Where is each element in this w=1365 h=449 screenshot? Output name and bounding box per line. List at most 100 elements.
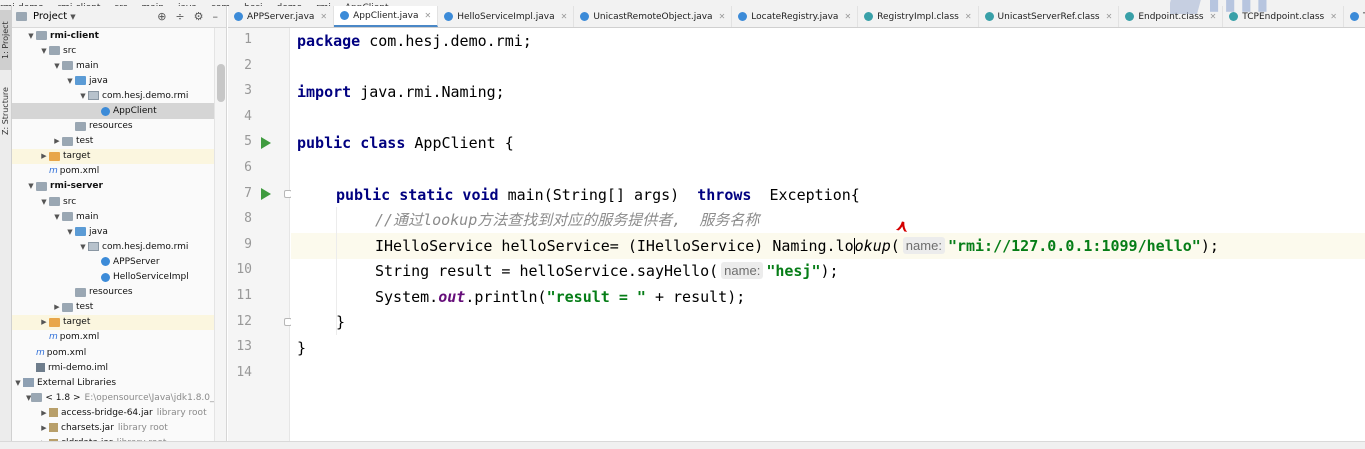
- chevron-right-icon[interactable]: ▶: [39, 424, 49, 432]
- editor-tab[interactable]: APPServer.java ✕: [228, 6, 335, 27]
- tree-item[interactable]: m pom.xml: [12, 164, 215, 179]
- tree-item-label: rmi-server: [50, 181, 103, 192]
- tree-item-label: resources: [89, 287, 133, 298]
- tree-item[interactable]: ▼ java: [12, 73, 215, 88]
- editor-tab[interactable]: LocateRegistry.java ✕: [732, 6, 859, 27]
- code-line-10: String result = helloService.sayHello(na…: [375, 261, 839, 280]
- maven-icon: m: [49, 166, 58, 177]
- folder-icon: [36, 31, 47, 41]
- tree-item[interactable]: m pom.xml: [12, 345, 215, 360]
- chevron-down-icon[interactable]: ▼: [78, 243, 88, 251]
- file-type-icon: [234, 12, 243, 21]
- tree-item[interactable]: ▶ charsets.jar library root: [12, 420, 215, 435]
- tree-item-label: APPServer: [113, 256, 160, 267]
- editor-tab-label: RegistryImpl.class: [877, 11, 959, 22]
- chevron-right-icon[interactable]: ▶: [39, 409, 49, 417]
- close-icon[interactable]: ✕: [844, 12, 851, 21]
- tree-item[interactable]: ▶ test: [12, 134, 215, 149]
- tree-item[interactable]: resources: [12, 285, 215, 300]
- scrollbar-thumb[interactable]: [217, 64, 225, 102]
- tree-item[interactable]: APPServer: [12, 254, 215, 269]
- chevron-down-icon[interactable]: ▼: [26, 182, 36, 190]
- tree-item[interactable]: ▼ src: [12, 43, 215, 58]
- tree-item[interactable]: ▶ target: [12, 148, 215, 164]
- tree-item[interactable]: rmi-demo.iml: [12, 360, 215, 375]
- chevron-down-icon[interactable]: ▼: [65, 77, 75, 85]
- tree-item[interactable]: HelloServiceImpl: [12, 270, 215, 285]
- editor-tab[interactable]: UnicastRemoteObject.java ✕: [574, 6, 733, 27]
- collapse-icon[interactable]: ÷: [175, 10, 184, 23]
- run-class-icon[interactable]: [261, 137, 271, 149]
- tree-item[interactable]: AppClient: [12, 103, 215, 119]
- close-icon[interactable]: ✕: [965, 12, 972, 21]
- tree-item[interactable]: ▼ java: [12, 224, 215, 239]
- line-number: 14: [236, 364, 252, 380]
- file-type-icon: [340, 11, 350, 20]
- project-view-selector[interactable]: Project ▼: [16, 11, 76, 22]
- tree-item-label: test: [76, 136, 94, 147]
- tree-item[interactable]: ▶ target: [12, 314, 215, 330]
- tree-item[interactable]: ▼ rmi-client: [12, 28, 215, 43]
- close-icon[interactable]: ✕: [561, 12, 568, 21]
- tree-item[interactable]: ▼ src: [12, 194, 215, 209]
- close-icon[interactable]: ✕: [719, 12, 726, 21]
- tree-item-label: charsets.jar: [61, 422, 114, 433]
- excluded-folder-icon: [49, 317, 60, 327]
- package-icon: [88, 91, 99, 101]
- minimize-icon[interactable]: –: [213, 10, 219, 23]
- chevron-down-icon[interactable]: ▼: [78, 92, 88, 100]
- jar-icon: [49, 408, 58, 418]
- run-main-icon[interactable]: [261, 188, 271, 200]
- editor-tab[interactable]: HelloServiceImpl.java ✕: [438, 6, 575, 27]
- chevron-right-icon[interactable]: ▶: [39, 152, 49, 160]
- tree-item[interactable]: ▼ com.hesj.demo.rmi: [12, 239, 215, 254]
- tree-item[interactable]: ▼ com.hesj.demo.rmi: [12, 88, 215, 103]
- chevron-down-icon[interactable]: ▼: [39, 47, 49, 55]
- tree-item[interactable]: ▼ main: [12, 209, 215, 224]
- tree-item[interactable]: m pom.xml: [12, 330, 215, 345]
- close-icon[interactable]: ✕: [424, 11, 431, 20]
- tree-item-label: target: [63, 151, 91, 162]
- editor-tab-label: AppClient.java: [353, 10, 419, 21]
- chevron-right-icon[interactable]: ▶: [52, 137, 62, 145]
- tree-item[interactable]: ▶ test: [12, 300, 215, 315]
- tree-item[interactable]: resources: [12, 119, 215, 134]
- tree-item[interactable]: ▼ External Libraries: [12, 375, 215, 390]
- chevron-down-icon[interactable]: ▼: [52, 213, 62, 221]
- chevron-right-icon[interactable]: ▶: [39, 318, 49, 326]
- tree-item[interactable]: ▼ main: [12, 58, 215, 73]
- code-editor[interactable]: package com.hesj.demo.rmi; import java.r…: [291, 28, 1365, 441]
- project-scrollbar[interactable]: [214, 28, 226, 449]
- tree-item-label: resources: [89, 121, 133, 132]
- chevron-right-icon[interactable]: ▶: [52, 303, 62, 311]
- file-type-icon: [984, 12, 994, 21]
- editor-tab[interactable]: RegistryImpl.class ✕: [858, 6, 979, 27]
- chevron-down-icon: ▼: [70, 12, 76, 21]
- tree-item[interactable]: ▶ access-bridge-64.jar library root: [12, 405, 215, 420]
- target-icon[interactable]: ⊕: [157, 10, 166, 23]
- status-bar: [0, 441, 1365, 449]
- chevron-down-icon[interactable]: ▼: [26, 32, 36, 40]
- source-folder-icon: [75, 76, 86, 86]
- structure-tool-tab[interactable]: Z: Structure: [0, 80, 12, 142]
- tree-item[interactable]: ▼ rmi-server: [12, 179, 215, 194]
- close-icon[interactable]: ✕: [1106, 12, 1113, 21]
- chevron-down-icon[interactable]: ▼: [13, 379, 23, 387]
- editor-tab[interactable]: AppClient.java ✕: [334, 6, 439, 27]
- code-line-5: public class AppClient {: [297, 133, 514, 152]
- folder-icon: [49, 46, 60, 56]
- line-number: 9: [244, 236, 252, 252]
- code-line-13: }: [297, 338, 307, 357]
- gear-icon[interactable]: ⚙: [194, 10, 204, 23]
- chevron-down-icon[interactable]: ▼: [39, 198, 49, 206]
- project-panel: Project ▼ ⊕ ÷ ⚙ – ▼ rmi-client ▼ src ▼ main ▼ j…: [12, 6, 227, 449]
- code-line-8: //通过lookup方法查找到对应的服务提供者, 服务名称: [375, 211, 760, 230]
- close-icon[interactable]: ✕: [320, 12, 327, 21]
- project-tool-tab[interactable]: 1: Project: [0, 10, 12, 70]
- editor-tab[interactable]: UnicastServerRef.class ✕: [979, 6, 1120, 27]
- chevron-down-icon[interactable]: ▼: [52, 62, 62, 70]
- chevron-down-icon[interactable]: ▼: [65, 228, 75, 236]
- code-line-12: }: [336, 312, 346, 331]
- tree-item[interactable]: ▼ < 1.8 > E:\opensource\Java\jdk1.8.0_7: [12, 390, 215, 405]
- package-icon: [88, 242, 99, 252]
